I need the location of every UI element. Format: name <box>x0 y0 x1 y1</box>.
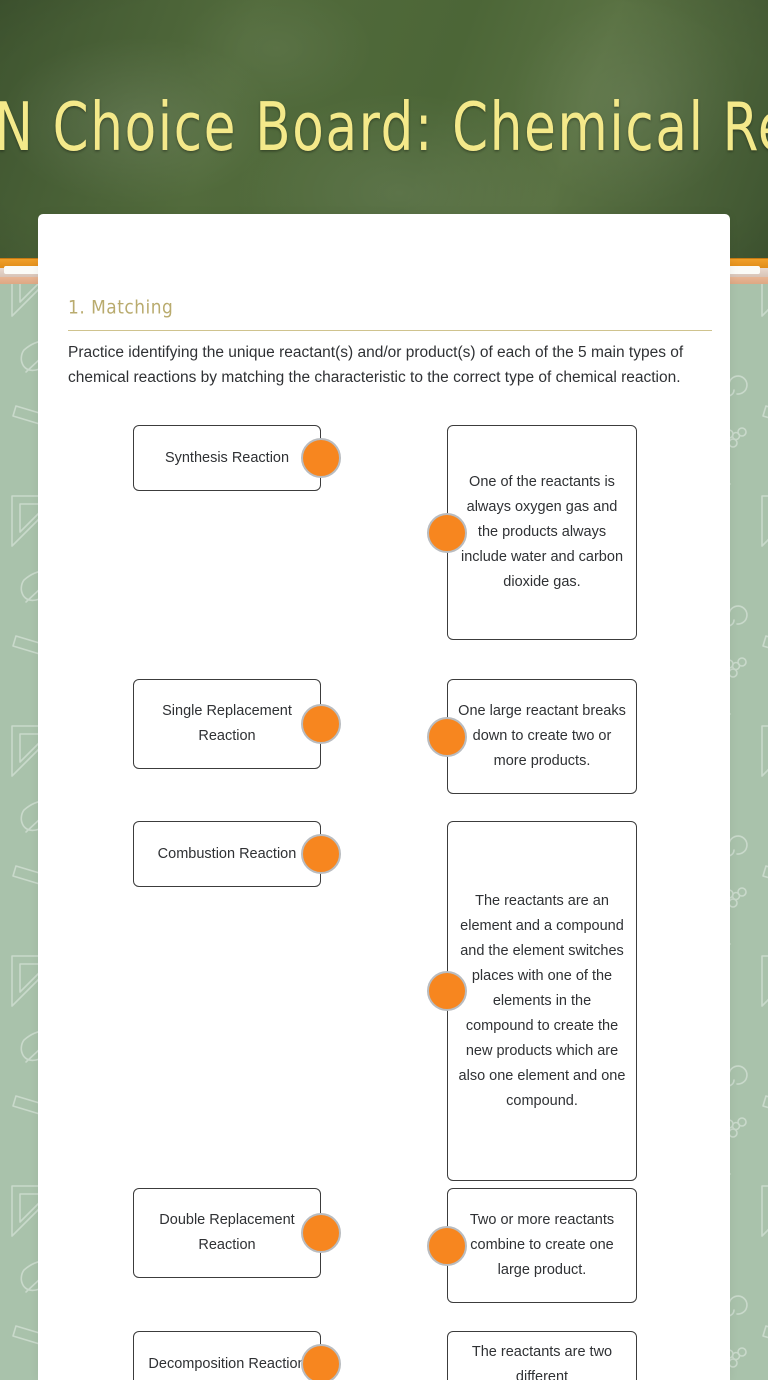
section-heading: 1. Matching <box>68 296 174 320</box>
page-title: HN Choice Board: Chemical Reactions <box>0 87 768 167</box>
match-right-card[interactable]: One of the reactants is always oxygen ga… <box>447 425 637 640</box>
match-left-card[interactable]: Synthesis Reaction <box>133 425 321 491</box>
match-connector-left[interactable] <box>301 438 341 478</box>
match-left-card[interactable]: Combustion Reaction <box>133 821 321 887</box>
section-divider <box>68 330 712 331</box>
match-connector-right[interactable] <box>427 717 467 757</box>
match-connector-left[interactable] <box>301 1213 341 1253</box>
match-right-card[interactable]: Two or more reactants combine to create … <box>447 1188 637 1303</box>
match-connector-left[interactable] <box>301 1344 341 1380</box>
match-connector-right[interactable] <box>427 513 467 553</box>
match-connector-left[interactable] <box>301 704 341 744</box>
section-header: 1. Matching <box>68 296 712 331</box>
match-connector-right[interactable] <box>427 971 467 1011</box>
match-left-card[interactable]: Decomposition Reaction <box>133 1331 321 1380</box>
match-connector-left[interactable] <box>301 834 341 874</box>
match-right-card[interactable]: One large reactant breaks down to create… <box>447 679 637 794</box>
match-left-card[interactable]: Single Replacement Reaction <box>133 679 321 769</box>
worksheet-sheet: 1. Matching Practice identifying the uni… <box>38 214 730 1380</box>
worksheet-page: HN Choice Board: Chemical Reactions 1. M… <box>0 0 768 1380</box>
match-left-card[interactable]: Double Replacement Reaction <box>133 1188 321 1278</box>
match-right-card[interactable]: The reactants are an element and a compo… <box>447 821 637 1181</box>
match-connector-right[interactable] <box>427 1226 467 1266</box>
instructions-text: Practice identifying the unique reactant… <box>68 344 684 386</box>
match-right-card[interactable]: The reactants are two different <box>447 1331 637 1380</box>
